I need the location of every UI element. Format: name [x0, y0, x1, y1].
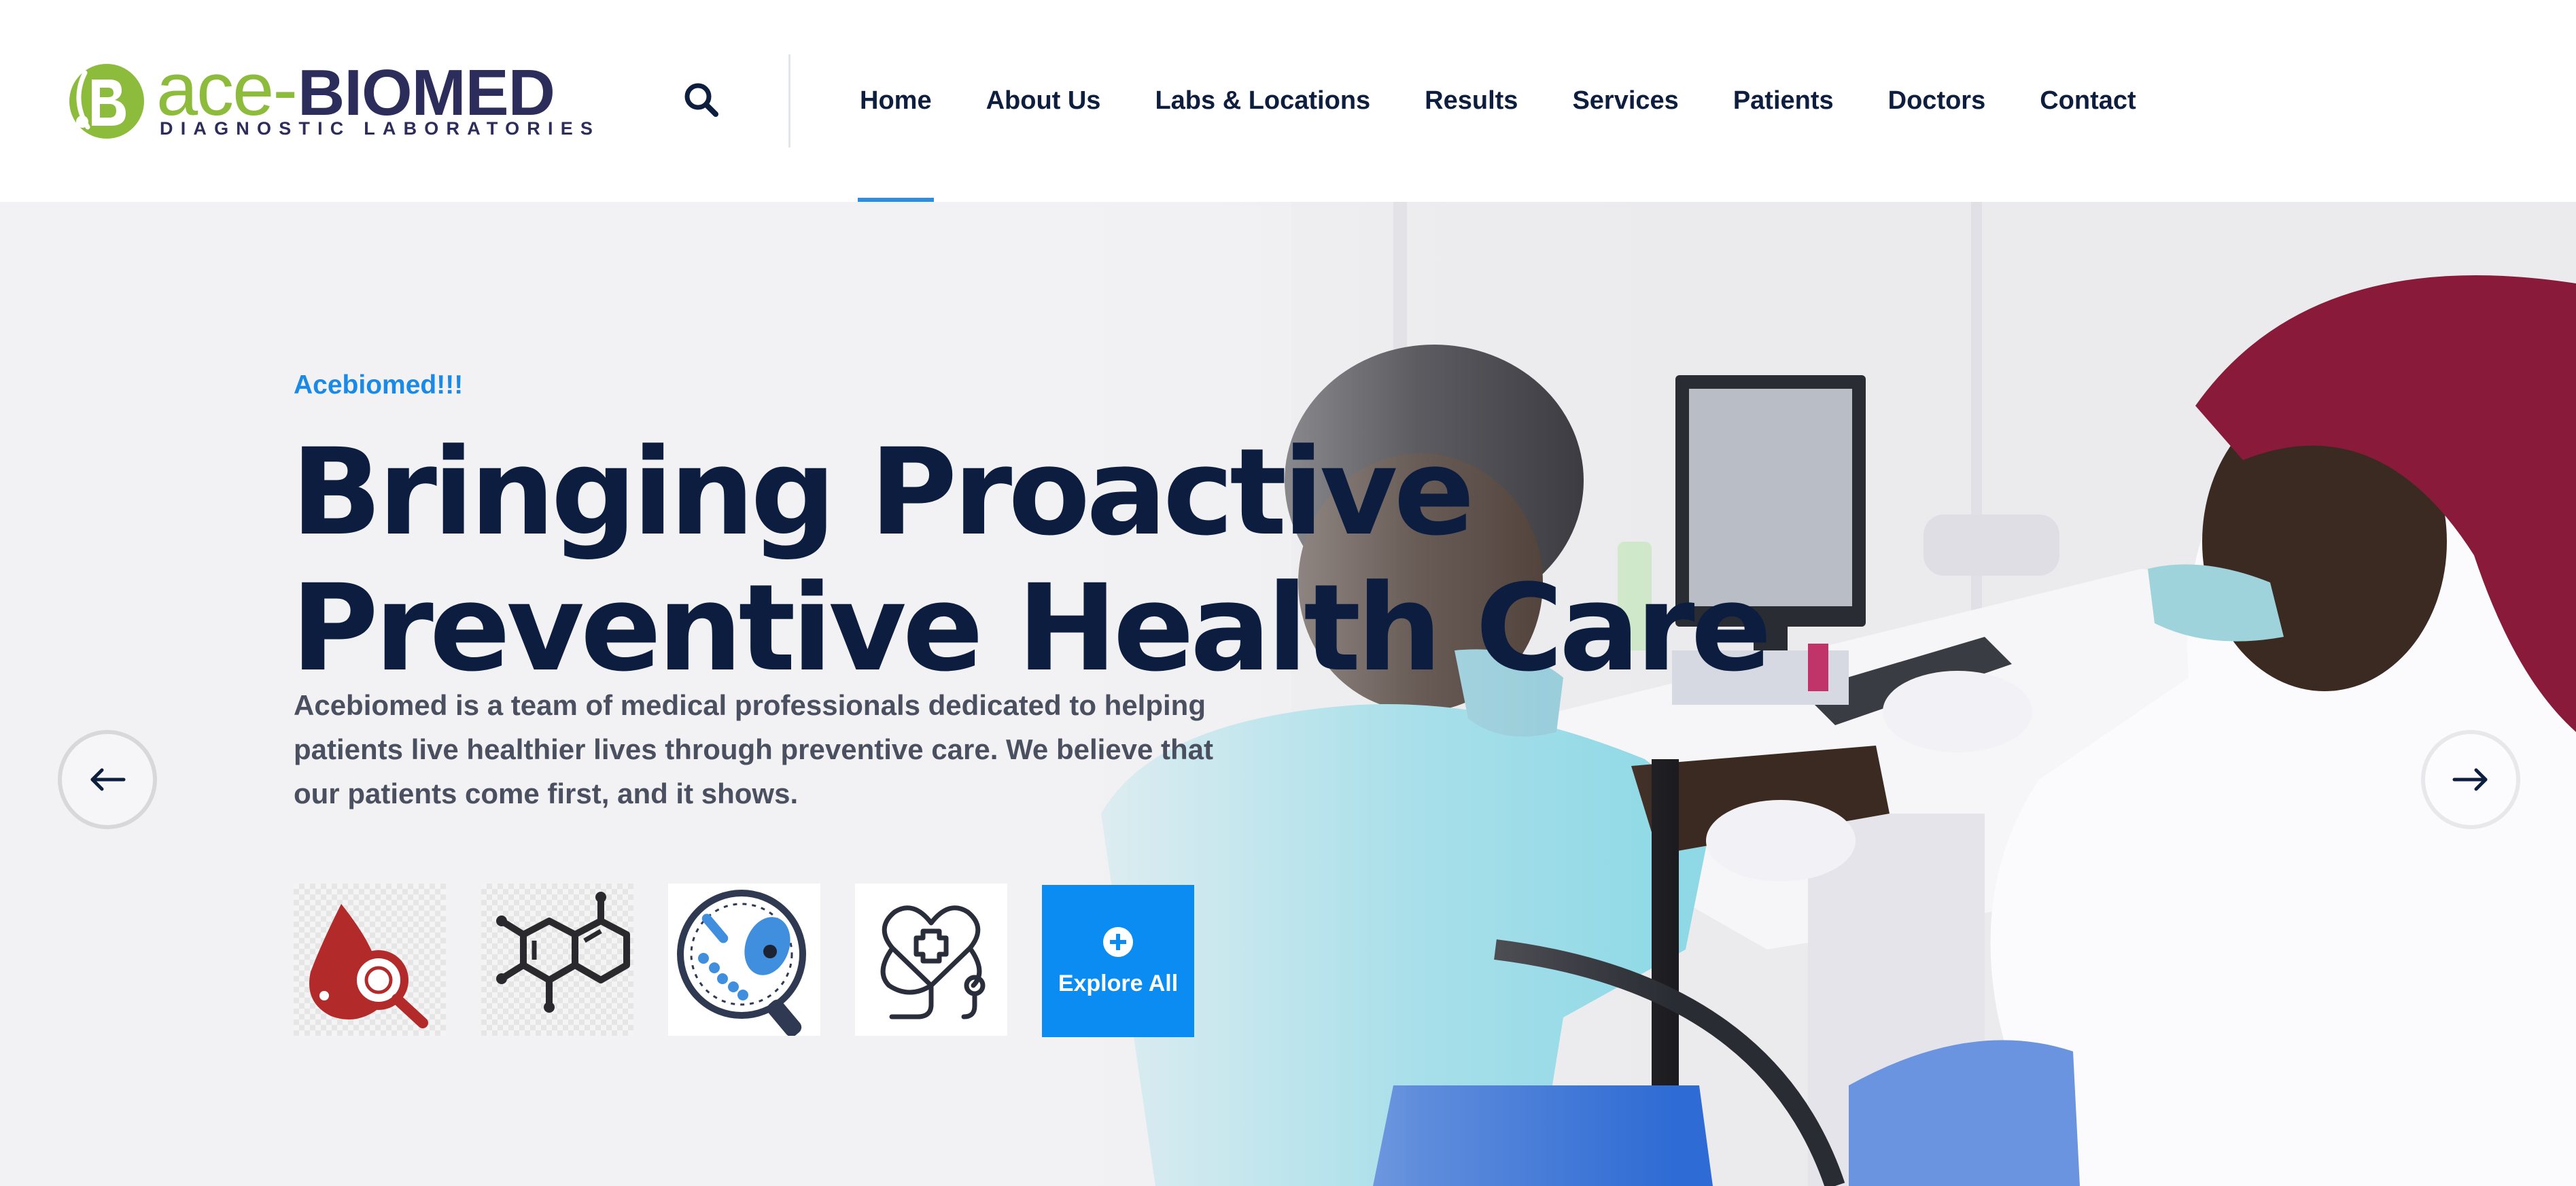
header-divider — [788, 54, 790, 147]
search-button[interactable] — [682, 80, 723, 121]
hero-eyebrow: Acebiomed!!! — [294, 370, 464, 400]
nav-item-results[interactable]: Results — [1425, 0, 1518, 202]
molecule-icon — [496, 892, 630, 1013]
nav-item-contact[interactable]: Contact — [2040, 0, 2136, 202]
service-tile-cardiology[interactable] — [855, 884, 1007, 1036]
microbiology-icon — [677, 890, 806, 1036]
heart-stethoscope-icon — [880, 905, 986, 1019]
blood-test-icon — [309, 904, 428, 1028]
hero-headline: Bringing Proactive Preventive Health Car… — [291, 423, 1772, 698]
service-tile-microbiology[interactable] — [668, 884, 820, 1036]
plus-circle-icon — [1103, 926, 1133, 957]
explore-all-label: Explore All — [1058, 970, 1179, 996]
nav-item-doctors[interactable]: Doctors — [1888, 0, 1986, 202]
arrow-left-icon — [90, 768, 126, 791]
arrow-right-icon — [2452, 768, 2488, 791]
explore-all-button[interactable]: Explore All — [1042, 885, 1194, 1037]
brand-logo[interactable]: ace-BIOMED DIAGNOSTIC LABORATORIES — [65, 48, 593, 144]
slider-next-button[interactable] — [2421, 730, 2520, 829]
service-tile-chemistry[interactable] — [481, 884, 633, 1036]
nav-item-about-us[interactable]: About Us — [986, 0, 1101, 202]
nav-item-labs-locations[interactable]: Labs & Locations — [1155, 0, 1370, 202]
nav-item-services[interactable]: Services — [1572, 0, 1678, 202]
site-header: ace-BIOMED DIAGNOSTIC LABORATORIES Home … — [0, 0, 2576, 202]
nav-item-patients[interactable]: Patients — [1733, 0, 1834, 202]
service-tile-blood-test[interactable] — [294, 884, 446, 1036]
hero-headline-line-1: Bringing Proactive — [291, 423, 1475, 562]
logo-tagline: DIAGNOSTIC LABORATORIES — [160, 118, 601, 139]
hero-description: Acebiomed is a team of medical professio… — [294, 689, 1214, 809]
nav-item-home[interactable]: Home — [858, 0, 934, 202]
logo-badge-icon — [69, 64, 144, 139]
main-nav: Home About Us Labs & Locations Results S… — [858, 0, 2191, 202]
hero-slider: Acebiomed!!! Bringing Proactive Preventi… — [0, 202, 2576, 1186]
hero-headline-line-2: Preventive Health Care — [291, 559, 1772, 698]
slider-prev-button[interactable] — [58, 730, 157, 829]
search-icon — [684, 83, 718, 117]
